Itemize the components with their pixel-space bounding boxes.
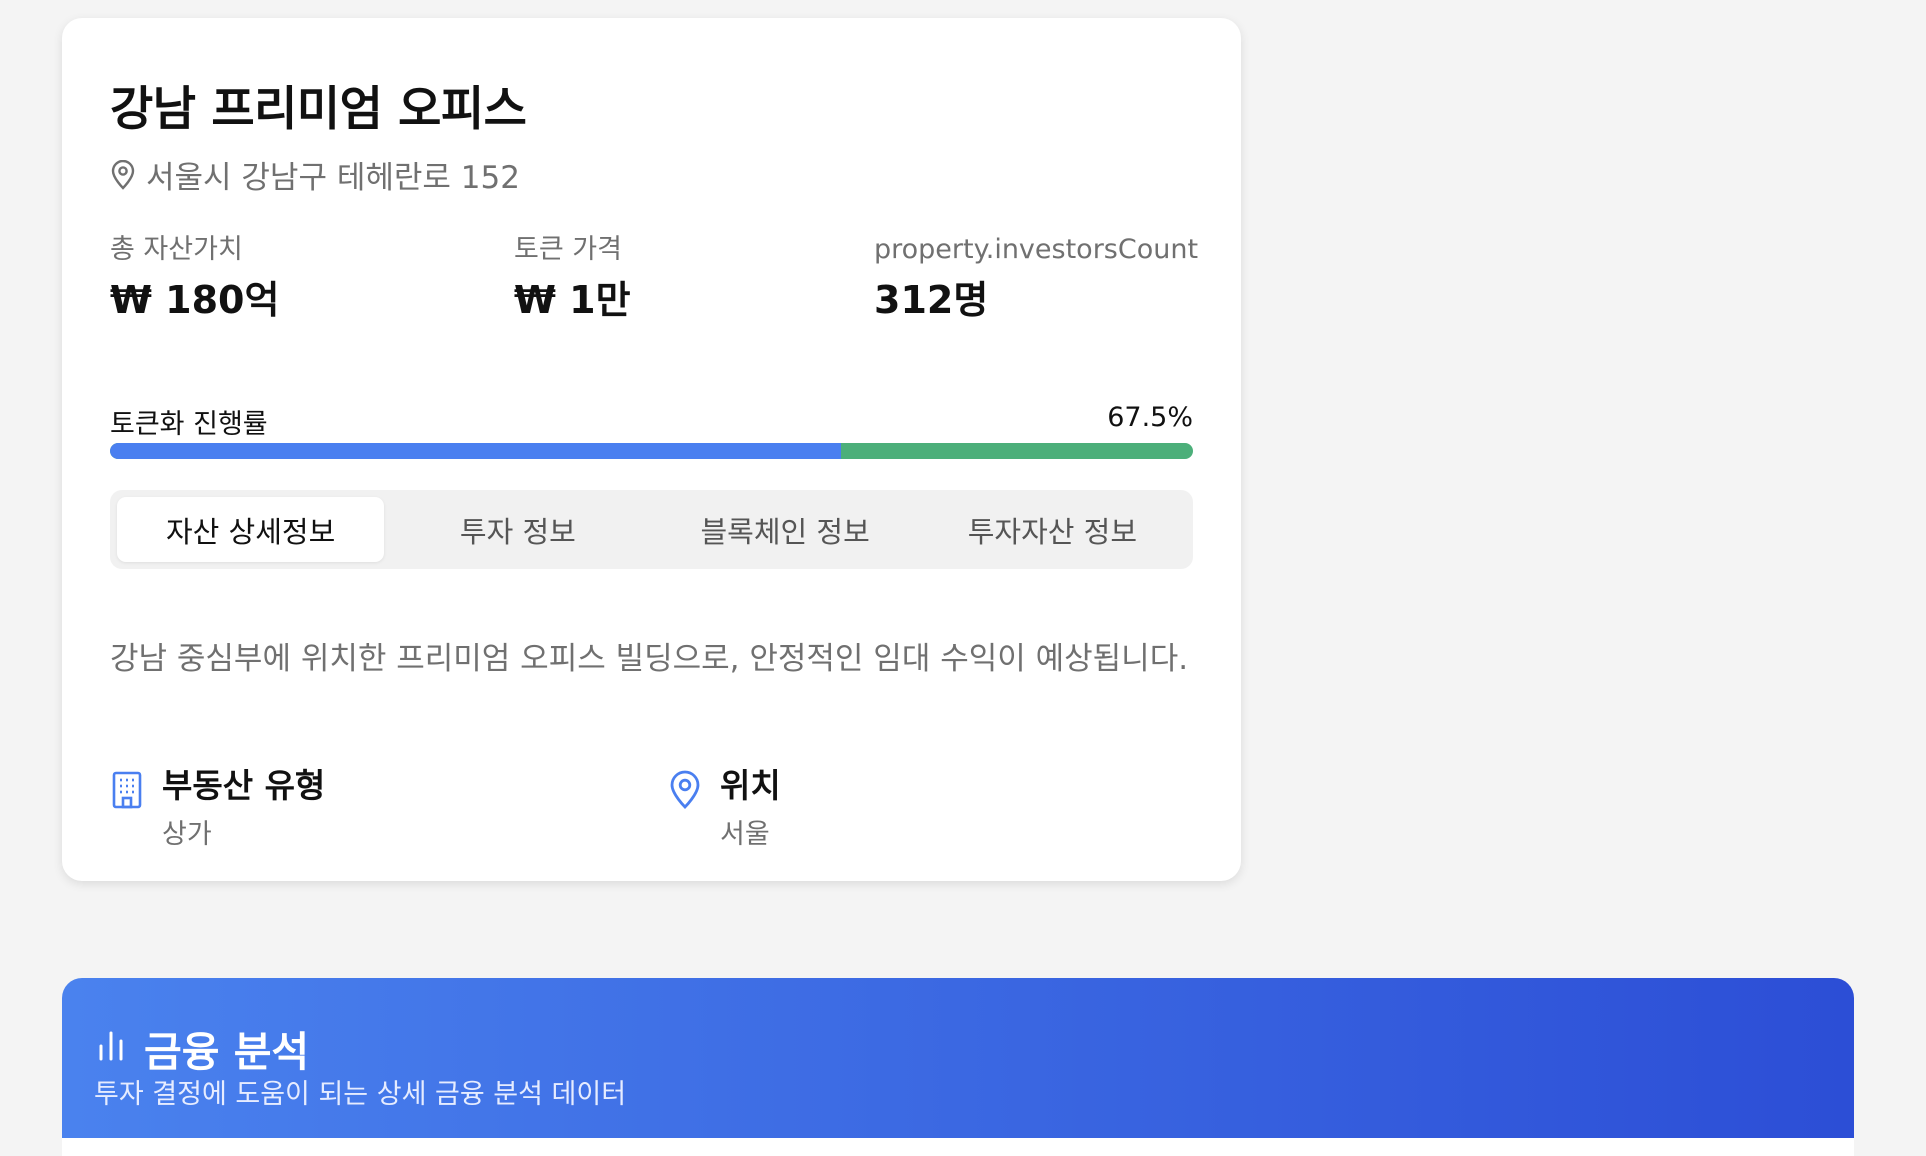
info-title: 위치 [720,766,781,805]
detail-tabs: 자산 상세정보 투자 정보 블록체인 정보 투자자산 정보 [110,490,1193,569]
financial-analysis-header: 금융 분석 투자 결정에 도움이 되는 상세 금융 분석 데이터 [62,978,1854,1156]
progress-fill [110,443,842,459]
analysis-title-text: 금융 분석 [144,1028,310,1076]
info-text: 부동산 유형 상가 [162,766,325,851]
tab-blockchain-info[interactable]: 블록체인 정보 [652,497,919,562]
map-pin-icon [110,159,136,190]
stat-value: 312명 [874,278,989,322]
stat-label: 토큰 가격 [514,234,622,265]
financial-analysis-subtitle: 투자 결정에 도움이 되는 상세 금융 분석 데이터 [94,1079,627,1110]
property-description: 강남 중심부에 위치한 프리미엄 오피스 빌딩으로, 안정적인 임대 수익이 예… [110,641,1189,677]
progress-label: 토큰화 진행률 [110,409,268,440]
financial-analysis-title: 금융 분석 [96,1018,309,1078]
address-text: 서울시 강남구 테헤란로 152 [146,160,520,196]
property-title: 강남 프리미엄 오피스 [110,82,527,137]
stat-label: 총 자산가치 [110,234,243,265]
stat-total-value: 총 자산가치 ₩ 180억 [110,236,279,319]
tab-investment-info[interactable]: 투자 정보 [384,497,651,562]
stat-token-price: 토큰 가격 ₩ 1만 [514,236,631,319]
property-card: 강남 프리미엄 오피스 서울시 강남구 테헤란로 152 총 자산가치 ₩ 18… [62,18,1241,881]
bar-chart-icon [96,1024,126,1072]
tokenization-progress-bar [110,443,1193,459]
stat-label: property.investorsCount [874,234,1199,265]
location-pin-icon [668,766,702,810]
stat-value: ₩ 1만 [514,278,631,322]
info-property-type: 부동산 유형 상가 [110,766,325,851]
info-value: 서울 [720,818,770,850]
tab-investment-asset-info[interactable]: 투자자산 정보 [919,497,1186,562]
info-value: 상가 [162,818,212,850]
info-location: 위치 서울 [668,766,781,851]
progress-percent: 67.5% [1107,402,1193,433]
building-icon [110,766,144,810]
stat-investors-count: property.investorsCount 312명 [874,236,1198,319]
stat-value: ₩ 180억 [110,278,280,322]
content-panel-edge [62,1138,1854,1156]
info-title: 부동산 유형 [162,766,326,805]
tab-asset-details[interactable]: 자산 상세정보 [117,497,385,562]
property-address: 서울시 강남구 테헤란로 152 [110,152,520,197]
info-text: 위치 서울 [720,766,781,851]
